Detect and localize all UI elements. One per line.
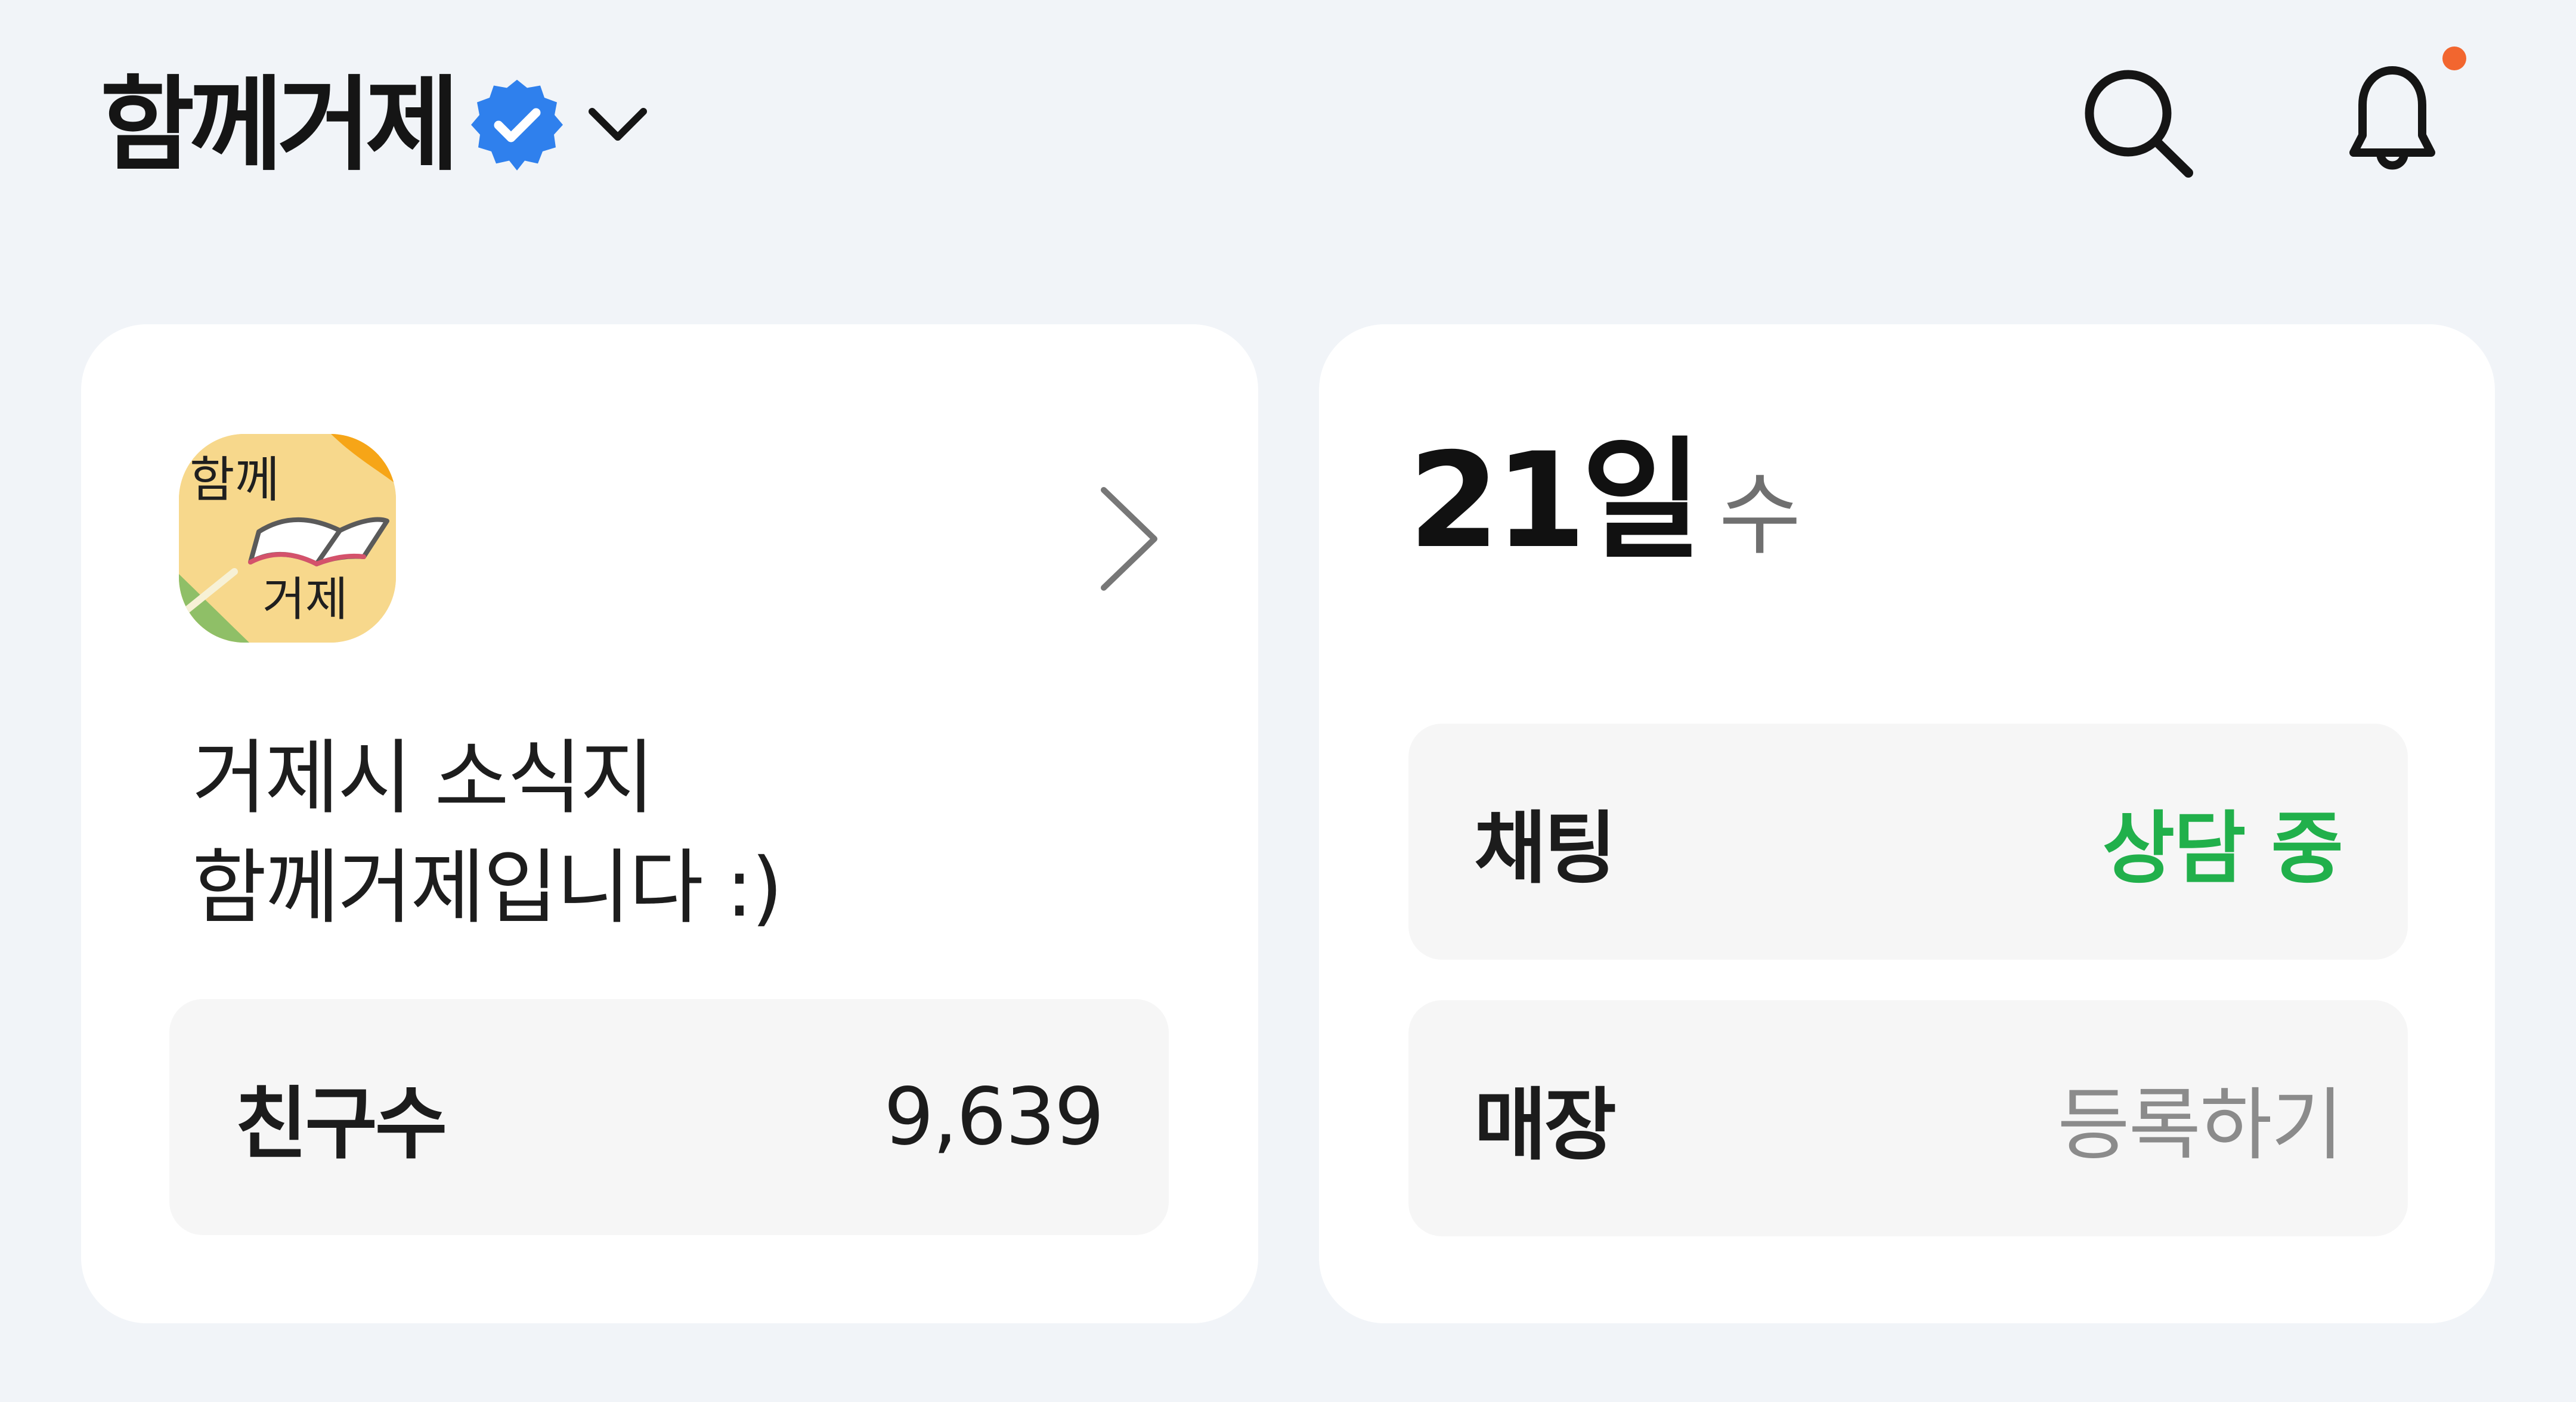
chat-status: 상담 중 bbox=[2102, 802, 2343, 895]
chat-status-row[interactable]: 채팅 상담 중 bbox=[1408, 724, 2408, 960]
friends-count-row[interactable]: 친구수 9,639 bbox=[169, 999, 1169, 1235]
description-line-1: 거제시 소식지 bbox=[192, 731, 655, 826]
chevron-right-icon bbox=[1089, 473, 1172, 604]
notification-dot bbox=[2442, 46, 2466, 70]
channel-logo-art: 함께 거제 bbox=[179, 434, 396, 643]
status-card: 21일 수 채팅 상담 중 매장 등록하기 bbox=[1319, 324, 2495, 1323]
account-switcher[interactable]: 함께거제 bbox=[100, 60, 657, 191]
top-app-bar: 함께거제 bbox=[0, 0, 2576, 250]
channel-profile-card: 함께 거제 거제시 소식지 함께거제입니다 :) 친구수 9,639 bbox=[81, 324, 1258, 1323]
date-display: 21일 수 bbox=[1408, 435, 1801, 578]
logo-text-bottom: 거제 bbox=[262, 573, 348, 626]
date-weekday: 수 bbox=[1719, 464, 1801, 567]
channel-title: 함께거제 bbox=[100, 65, 460, 185]
store-register-row[interactable]: 매장 등록하기 bbox=[1408, 1000, 2408, 1236]
logo-text-top: 함께 bbox=[190, 452, 280, 508]
chat-label: 채팅 bbox=[1474, 802, 1617, 895]
verified-badge-icon bbox=[469, 77, 565, 173]
friends-count: 9,639 bbox=[884, 1071, 1104, 1163]
description-line-2: 함께거제입니다 :) bbox=[192, 841, 783, 935]
notifications-button[interactable] bbox=[2327, 54, 2458, 185]
channel-description: 거제시 소식지 함께거제입니다 :) bbox=[192, 724, 1146, 943]
date-day: 21일 bbox=[1408, 424, 1702, 577]
open-profile-button[interactable] bbox=[1089, 473, 1172, 604]
search-button[interactable] bbox=[2073, 57, 2204, 188]
chevron-down-icon[interactable] bbox=[579, 86, 657, 164]
store-label: 매장 bbox=[1474, 1079, 1617, 1171]
search-icon bbox=[2073, 57, 2204, 188]
friends-label: 친구수 bbox=[235, 1078, 447, 1170]
store-register-link[interactable]: 등록하기 bbox=[2057, 1000, 2343, 1236]
bell-icon bbox=[2327, 54, 2458, 185]
channel-logo[interactable]: 함께 거제 bbox=[179, 434, 396, 643]
